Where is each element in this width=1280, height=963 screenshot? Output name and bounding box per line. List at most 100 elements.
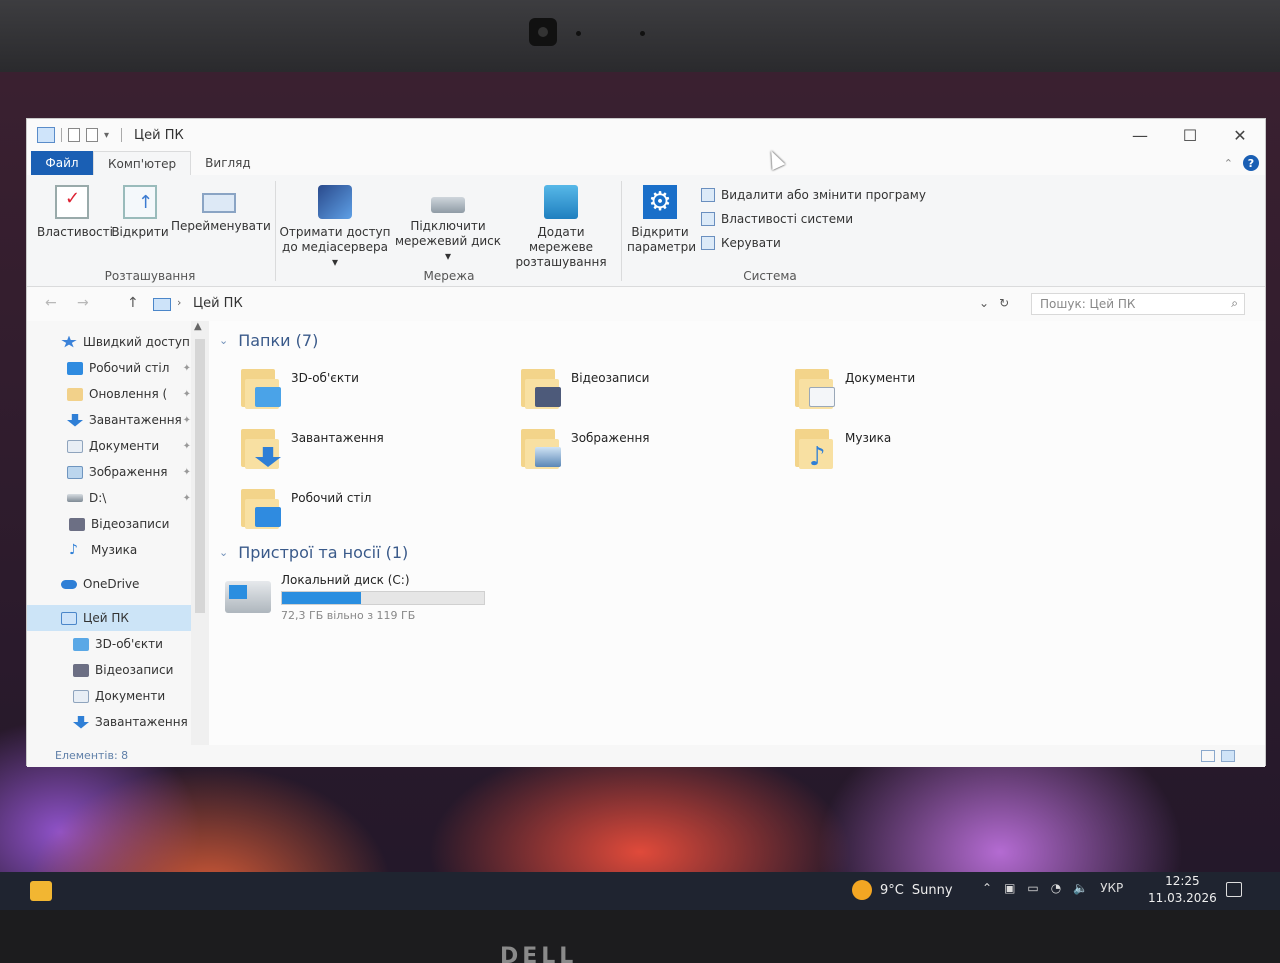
help-icon[interactable]: ? <box>1243 155 1259 171</box>
devices-section-header[interactable]: ⌄ Пристрої та носії (1) <box>219 543 408 562</box>
folder-3d-objects[interactable]: 3D-об'єкти <box>241 365 501 421</box>
title-bar[interactable]: ▾ Цей ПК — ☐ ✕ <box>27 119 1265 151</box>
manage-button[interactable]: Керувати <box>701 231 926 255</box>
nav-item-downloads-pc[interactable]: Завантаження <box>73 709 188 735</box>
up-arrow-icon[interactable]: ↑ <box>127 295 139 311</box>
properties-button[interactable]: Властивості <box>37 185 113 240</box>
nav-item-drive-d[interactable]: D:\ ✦ <box>67 485 191 511</box>
system-properties-icon <box>701 212 715 226</box>
nav-scrollbar[interactable]: ▲ <box>191 321 209 745</box>
drive-label: Локальний диск (C:) <box>281 573 410 587</box>
nav-item-3d-objects[interactable]: 3D-об'єкти <box>73 631 163 657</box>
map-network-drive-button[interactable]: Підключити мережевий диск ▾ <box>393 185 503 264</box>
laptop-bezel-top <box>0 0 1280 72</box>
nav-item-documents-pc[interactable]: Документи <box>73 683 165 709</box>
folder-desktop[interactable]: Робочий стіл <box>241 485 501 541</box>
desktop-folder-icon <box>241 485 283 529</box>
breadcrumb[interactable]: Цей ПК <box>193 296 243 311</box>
nav-item-updates[interactable]: Оновлення ( ✦ <box>67 381 191 407</box>
language-indicator[interactable]: УКР <box>1100 881 1123 895</box>
close-button[interactable]: ✕ <box>1215 119 1265 151</box>
tab-computer[interactable]: Комп'ютер <box>93 151 192 175</box>
quick-access-caret-icon[interactable]: ▾ <box>104 130 109 141</box>
pin-icon[interactable]: ✦ <box>183 493 191 504</box>
collapse-ribbon-icon[interactable]: ⌃ <box>1224 157 1233 170</box>
nav-item-this-pc[interactable]: Цей ПК <box>27 605 191 631</box>
devices-header-label: Пристрої та носії (1) <box>238 543 409 562</box>
breadcrumb-chevron-icon[interactable]: › <box>177 296 181 309</box>
nav-item-desktop[interactable]: Робочий стіл ✦ <box>67 355 191 381</box>
divider <box>275 181 276 281</box>
details-view-icon[interactable] <box>1201 750 1215 762</box>
file-explorer-window: ▾ Цей ПК — ☐ ✕ Файл Комп'ютер Вигляд ⌃ ?… <box>26 118 1266 767</box>
media-server-button[interactable]: Отримати доступ до медіасервера ▾ <box>279 185 391 270</box>
nav-label: Музика <box>91 543 138 557</box>
forward-arrow-icon[interactable]: → <box>77 295 89 311</box>
folder-label: Завантаження <box>291 431 384 445</box>
nav-item-videos[interactable]: Відеозаписи <box>69 511 169 537</box>
chevron-down-icon[interactable]: ⌄ <box>219 334 228 347</box>
history-dropdown-icon[interactable]: ⌄ <box>979 296 989 310</box>
nav-item-onedrive[interactable]: OneDrive <box>61 571 139 597</box>
drive-c[interactable]: Локальний диск (C:) 72,3 ГБ вільно з 119… <box>225 571 525 631</box>
manage-label: Керувати <box>721 236 781 250</box>
uninstall-program-button[interactable]: Видалити або змінити програму <box>701 183 926 207</box>
wifi-icon[interactable]: ◔ <box>1051 881 1061 895</box>
divider <box>621 181 622 281</box>
nav-item-videos-pc[interactable]: Відеозаписи <box>73 657 173 683</box>
folder-documents[interactable]: Документи <box>795 365 1055 421</box>
pin-icon[interactable]: ✦ <box>183 467 191 478</box>
scroll-thumb[interactable] <box>195 339 205 613</box>
meet-now-icon[interactable]: ▣ <box>1004 881 1015 895</box>
nav-item-quick-access[interactable]: Швидкий доступ <box>61 329 190 355</box>
nav-label: Зображення <box>89 465 168 479</box>
maximize-button[interactable]: ☐ <box>1165 119 1215 151</box>
pin-icon[interactable]: ✦ <box>183 389 191 400</box>
this-pc-icon <box>37 127 55 143</box>
rename-icon <box>202 193 236 213</box>
folder-videos[interactable]: Відеозаписи <box>521 365 781 421</box>
battery-icon[interactable]: ▭ <box>1027 881 1038 895</box>
new-folder-quick-icon[interactable] <box>86 128 98 142</box>
open-icon <box>123 185 157 219</box>
system-properties-button[interactable]: Властивості системи <box>701 207 926 231</box>
pin-icon[interactable]: ✦ <box>183 441 191 452</box>
nav-item-downloads[interactable]: Завантаження ✦ <box>67 407 191 433</box>
scroll-up-icon[interactable]: ▲ <box>194 321 202 332</box>
group-label-network: Мережа <box>423 269 475 283</box>
properties-quick-icon[interactable] <box>68 128 80 142</box>
open-settings-button[interactable]: ⚙ Відкрити параметри <box>627 185 696 255</box>
store-icon[interactable] <box>30 881 52 901</box>
chevron-down-icon[interactable]: ⌄ <box>219 546 228 559</box>
rename-button[interactable]: Перейменувати <box>171 185 271 234</box>
folder-music[interactable]: ♪ Музика <box>795 425 1055 481</box>
weather-widget[interactable]: 9°C Sunny <box>852 880 953 900</box>
tab-view[interactable]: Вигляд <box>191 151 265 175</box>
nav-label: Цей ПК <box>83 611 129 625</box>
minimize-button[interactable]: — <box>1115 119 1165 151</box>
system-commands: Видалити або змінити програму Властивост… <box>701 183 926 255</box>
large-icons-view-icon[interactable] <box>1221 750 1235 762</box>
back-arrow-icon[interactable]: ← <box>45 295 57 311</box>
nav-item-documents[interactable]: Документи ✦ <box>67 433 191 459</box>
notification-icon[interactable] <box>1226 882 1242 897</box>
folder-pictures[interactable]: Зображення <box>521 425 781 481</box>
add-network-location-button[interactable]: Додати мережеве розташування <box>507 185 615 270</box>
nav-item-pictures[interactable]: Зображення ✦ <box>67 459 191 485</box>
refresh-icon[interactable]: ↻ <box>999 296 1009 310</box>
weather-condition: Sunny <box>911 882 953 898</box>
pin-icon[interactable]: ✦ <box>183 415 191 426</box>
clock[interactable]: 12:25 11.03.2026 <box>1148 873 1217 907</box>
nav-item-music[interactable]: ♪ Музика <box>69 537 137 563</box>
tab-file[interactable]: Файл <box>31 151 93 175</box>
volume-icon[interactable]: 🔈 <box>1073 881 1088 895</box>
folders-section-header[interactable]: ⌄ Папки (7) <box>219 331 318 350</box>
folder-downloads[interactable]: Завантаження <box>241 425 501 481</box>
pin-icon[interactable]: ✦ <box>183 363 191 374</box>
documents-icon <box>73 689 89 703</box>
search-input[interactable]: Пошук: Цей ПК ⌕ <box>1031 293 1245 315</box>
folder-label: Робочий стіл <box>291 491 372 505</box>
show-hidden-icons-icon[interactable]: ⌃ <box>982 881 992 895</box>
open-button[interactable]: Відкрити <box>111 185 169 240</box>
ribbon-group-system: ⚙ Відкрити параметри Видалити або змінит… <box>625 175 935 287</box>
